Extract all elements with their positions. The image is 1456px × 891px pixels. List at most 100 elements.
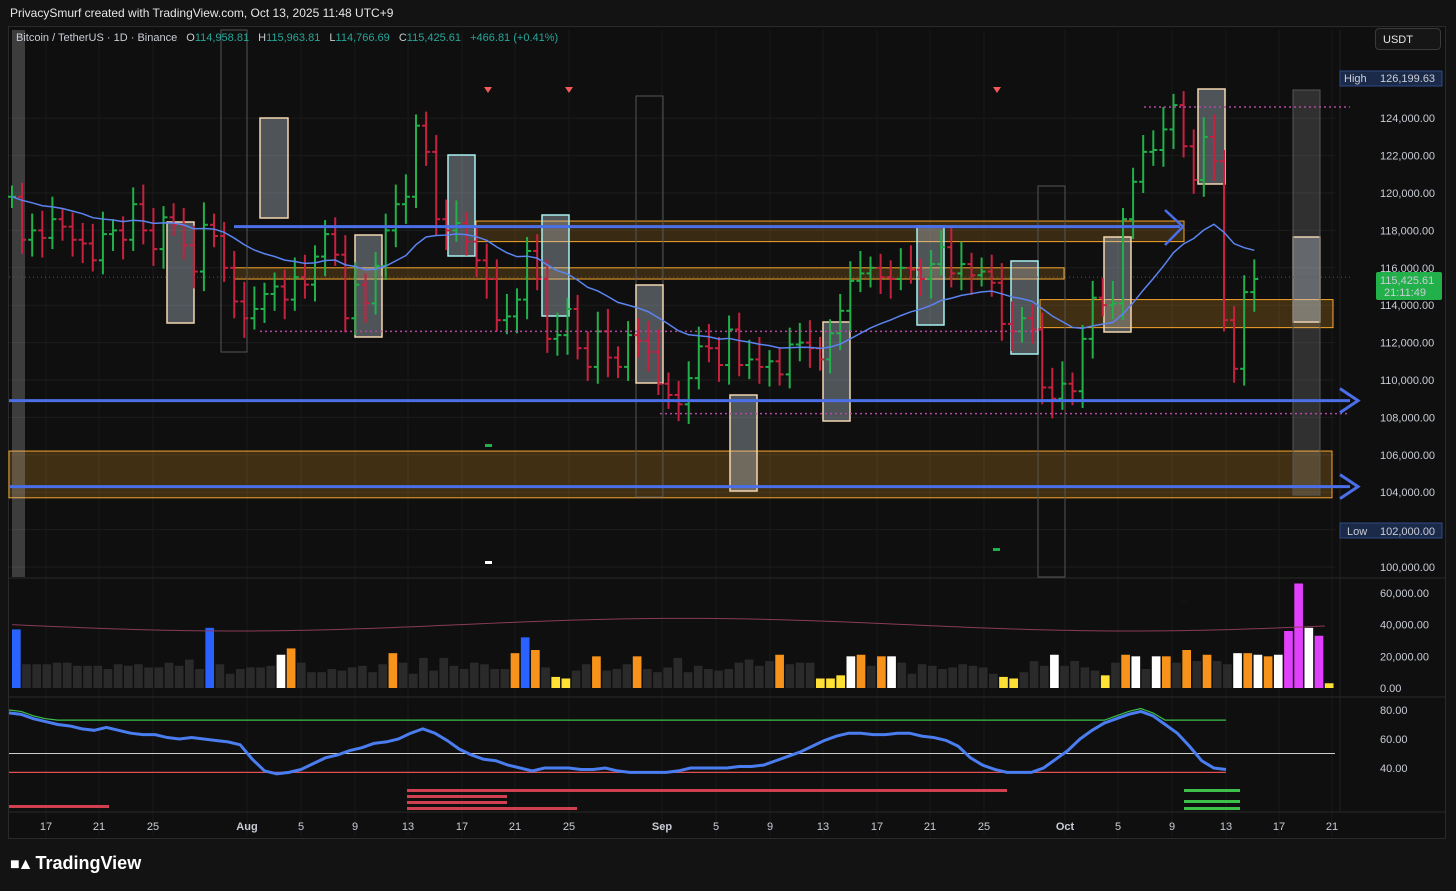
time-tick-label: 9 [352,821,358,833]
volume-bar [877,656,886,688]
volume-bar [337,670,347,688]
volume-bar [571,670,581,688]
volume-bar [754,665,764,688]
time-tick-label: 17 [1273,821,1285,833]
volume-bar [317,672,326,688]
volume-bar [419,657,428,688]
volume-bar [999,676,1008,688]
last-price-value: 115,425.61 [1380,275,1434,287]
upper-band-line [8,707,1226,721]
close-label: C [398,32,407,44]
volume-bar [123,665,133,688]
volume-bar [32,664,42,688]
volume-bar [1070,661,1080,688]
volume-bar [22,664,31,688]
low-tag: Low 102,000.00 [1339,522,1443,539]
volume-bar [1243,653,1253,688]
time-tick-label: 17 [456,821,468,833]
volume-bar [622,664,632,688]
volume-bar [592,656,601,688]
volume-bar [276,654,286,688]
volume-bar [1294,583,1303,688]
volume-bar [1141,669,1151,688]
volume-bar [846,656,856,688]
high-tag-label: High [1344,73,1367,85]
oscillator-tick-label: 60.00 [1380,734,1408,746]
volume-bar [775,654,784,688]
volume-bar [561,678,571,688]
volume-bar [1273,654,1283,688]
volume-bar [1121,654,1130,688]
signal-bar [9,805,109,808]
volume-bar [1080,667,1090,688]
volume-bar [856,654,866,688]
time-tick-label: 25 [978,821,990,833]
signal-bar [1184,800,1240,803]
volume-bar [1233,653,1242,688]
volume-bar [744,659,754,688]
volume-bar [1090,670,1100,688]
volume-bar [1192,661,1202,688]
volume-bar [164,662,174,688]
fib-box [259,117,289,219]
volume-bar [1039,665,1049,688]
volume-bar [938,669,947,688]
volume-bar [520,637,530,688]
volume-bar [978,667,988,688]
projection-box [1292,89,1321,496]
volume-bar [836,675,846,688]
volume-bar [510,653,520,688]
volume-bar [83,665,92,688]
price-tick-label: 100,000.00 [1380,562,1435,574]
volume-bar [480,664,489,688]
volume-bar [113,664,123,688]
volume-bar [1050,654,1059,688]
time-tick-label: Oct [1056,821,1075,833]
volume-bar [581,664,591,688]
volume-bar [927,665,937,688]
currency-button[interactable]: USDT [1375,28,1441,50]
high-value: 115,963.81 [266,32,321,44]
volume-bar [795,662,805,688]
volume-bar [246,667,255,688]
high-label: H [258,32,267,44]
volume-bar [439,657,449,688]
price-tick-label: 110,000.00 [1380,375,1434,387]
volume-bar [174,665,184,688]
volume-bar [642,669,652,688]
volume-bar [103,669,113,688]
volume-bar [347,667,357,688]
volume-bar [144,667,153,688]
low-label: L [329,32,336,44]
volume-bar [866,665,876,688]
volume-bar [683,672,693,688]
time-tick-label: 25 [563,821,575,833]
oscillator-tick-label: 40.00 [1380,763,1408,775]
price-tick-label: 114,000.00 [1380,300,1434,312]
last-price-tag: 115,425.61 21:11:49 [1376,272,1442,300]
volume-bar [1151,656,1161,688]
volume-pane: 0.00 20,000.00 40,000.00 60,000.00 [11,583,1429,695]
time-tick-label: 13 [402,821,414,833]
low-tag-value: 102,000.00 [1380,526,1435,538]
price-tick-label: 112,000.00 [1380,338,1434,350]
left-shade [12,30,25,577]
volume-bar [215,664,225,688]
volume-bar [490,669,499,688]
tradingview-logo[interactable]: ■▲ TradingView [10,853,141,874]
signal-bar [407,801,507,804]
high-tag: High 126,199.63 [1339,70,1443,87]
chart-canvas[interactable]: 100,000.00 102,000.00 104,000.00 106,000.00… [0,0,1456,891]
volume-bar [398,662,408,688]
volume-bar [1131,656,1141,688]
volume-bar [551,676,561,688]
fib-box [447,154,476,257]
signal-bar [407,789,1007,792]
volume-bar [531,650,540,688]
volume-bar [469,662,479,688]
volume-bar [195,669,204,688]
fib-box [354,234,383,338]
volume-tick-label: 20,000.00 [1380,651,1429,663]
time-tick-label: 5 [1115,821,1121,833]
volume-bar [602,670,611,688]
